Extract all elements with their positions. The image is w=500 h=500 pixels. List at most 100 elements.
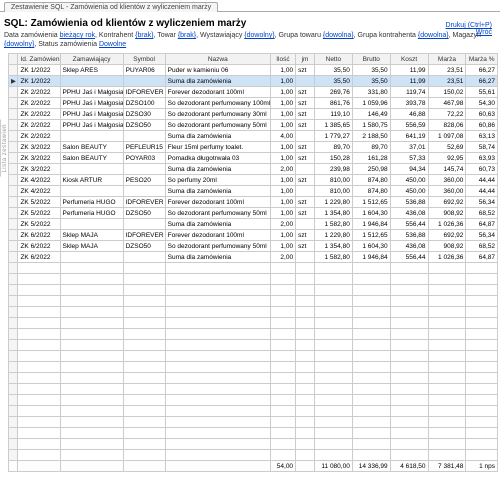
cell: PESO20 <box>123 175 165 186</box>
table-row[interactable]: ZK 2/2022Suma dla zamówienia4,001 779,27… <box>9 131 498 142</box>
cell: szt <box>296 65 315 76</box>
cell: 92,95 <box>428 153 466 164</box>
cell: 94,34 <box>390 164 428 175</box>
row-indicator <box>9 186 18 197</box>
cell: DZSO100 <box>123 98 165 109</box>
cell: 64,87 <box>466 252 498 263</box>
col-header[interactable]: Id. Zamówienia <box>18 54 60 65</box>
footer-cell: 7 381,48 <box>428 461 466 472</box>
tab-bar: Zestawienie SQL - Zamówienia od klientów… <box>0 0 500 12</box>
col-header[interactable]: Marża <box>428 54 466 65</box>
cell: 239,98 <box>314 164 352 175</box>
cell: 1,00 <box>270 175 295 186</box>
row-indicator <box>9 252 18 263</box>
cell: 23,51 <box>428 65 466 76</box>
cell: Sklep MAJA <box>60 230 123 241</box>
cell <box>123 186 165 197</box>
cell: 1 354,80 <box>314 241 352 252</box>
cell: szt <box>296 98 315 109</box>
cell: szt <box>296 109 315 120</box>
table-row[interactable]: ZK 2/2022PPHU Jaś i MałgosiaDZSO50So dez… <box>9 120 498 131</box>
table-row[interactable]: ZK 5/2022Suma dla zamówienia2,001 582,80… <box>9 219 498 230</box>
cell: 37,01 <box>390 142 428 153</box>
back-link[interactable]: Wróć <box>446 29 492 36</box>
table-row[interactable]: ZK 4/2022Suma dla zamówienia1,00810,0087… <box>9 186 498 197</box>
table-row[interactable]: ZK 2/2022PPHU Jaś i MałgosiaDZSO30So dez… <box>9 109 498 120</box>
cell: Pomadka długotrwała 03 <box>165 153 270 164</box>
cell: Salon BEAUTY <box>60 142 123 153</box>
col-header[interactable]: Marża % <box>466 54 498 65</box>
filter-bar[interactable]: Data zamówienia bieżący rok, Kontrahent … <box>0 31 500 53</box>
tab-active[interactable]: Zestawienie SQL - Zamówienia od klientów… <box>4 2 218 12</box>
cell: 2,00 <box>270 219 295 230</box>
col-header[interactable]: Netto <box>314 54 352 65</box>
table-row[interactable]: ZK 3/2022Salon BEAUTYPEFLEUR15Fleur 15ml… <box>9 142 498 153</box>
cell <box>60 76 123 87</box>
col-header[interactable]: Symbol <box>123 54 165 65</box>
row-indicator <box>9 175 18 186</box>
header-actions: Drukuj (Ctrl+P) Wróć <box>446 22 492 36</box>
cell: 1,00 <box>270 153 295 164</box>
table-row[interactable]: ZK 2/2022PPHU Jaś i MałgosiaDZSO100So de… <box>9 98 498 109</box>
cell: 692,92 <box>428 197 466 208</box>
cell: Suma dla zamówienia <box>165 219 270 230</box>
cell: 1,00 <box>270 76 295 87</box>
print-link[interactable]: Drukuj (Ctrl+P) <box>446 22 492 29</box>
cell: So dezodorant perfumowany 50ml <box>165 241 270 252</box>
cell: 1 604,30 <box>352 241 390 252</box>
table-row[interactable]: ZK 5/2022Perfumeria HUGODZSO50So dezodor… <box>9 208 498 219</box>
table-row[interactable]: ZK 4/2022Kiosk ARTURPESO20So perfumy 20m… <box>9 175 498 186</box>
table-row[interactable]: ZK 5/2022Perfumeria HUGOIDFOREVERForever… <box>9 197 498 208</box>
table-row[interactable]: ZK 2/2022PPHU Jaś i MałgosiaIDFOREVERFor… <box>9 87 498 98</box>
cell: ZK 3/2022 <box>18 153 60 164</box>
row-indicator <box>9 87 18 98</box>
cell: 150,02 <box>428 87 466 98</box>
table-row[interactable]: ZK 6/2022Suma dla zamówienia2,001 582,80… <box>9 252 498 263</box>
table-row[interactable]: ZK 6/2022Sklep MAJAIDFOREVERForever dezo… <box>9 230 498 241</box>
cell: 60,73 <box>466 164 498 175</box>
col-header[interactable]: Nazwa <box>165 54 270 65</box>
col-header[interactable]: Zamawiający <box>60 54 123 65</box>
empty-row <box>9 373 498 384</box>
data-grid[interactable]: Id. ZamówieniaZamawiającySymbolNazwaIloś… <box>8 53 498 472</box>
grid-body[interactable]: ZK 1/2022Sklep ARESPUYAR06Puder w kamien… <box>9 65 498 461</box>
row-indicator <box>9 109 18 120</box>
col-header[interactable] <box>9 54 18 65</box>
empty-row <box>9 307 498 318</box>
cell: Forever dezodorant 100ml <box>165 87 270 98</box>
table-row[interactable]: ZK 6/2022Sklep MAJADZSO50So dezodorant p… <box>9 241 498 252</box>
table-row[interactable]: ▶ZK 1/2022Suma dla zamówienia1,0035,5035… <box>9 76 498 87</box>
row-indicator <box>9 241 18 252</box>
cell: DZSO50 <box>123 208 165 219</box>
cell: 35,50 <box>352 65 390 76</box>
cell: szt <box>296 241 315 252</box>
col-header[interactable]: Brutto <box>352 54 390 65</box>
table-row[interactable]: ZK 1/2022Sklep ARESPUYAR06Puder w kamien… <box>9 65 498 76</box>
cell: Suma dla zamówienia <box>165 252 270 263</box>
cell: Suma dla zamówienia <box>165 164 270 175</box>
cell: 46,88 <box>390 109 428 120</box>
cell <box>296 219 315 230</box>
cell: 68,52 <box>466 241 498 252</box>
cell: ZK 6/2022 <box>18 252 60 263</box>
table-row[interactable]: ZK 3/2022Salon BEAUTYPOYAR03Pomadka dług… <box>9 153 498 164</box>
cell: Forever dezodorant 100ml <box>165 197 270 208</box>
cell: 360,00 <box>428 186 466 197</box>
col-header[interactable]: jm <box>296 54 315 65</box>
cell: ZK 2/2022 <box>18 131 60 142</box>
cell: Suma dla zamówienia <box>165 186 270 197</box>
cell: 161,28 <box>352 153 390 164</box>
cell: 1,00 <box>270 197 295 208</box>
sidebar-tab[interactable]: Lista zestawień <box>0 120 9 177</box>
grid-header[interactable]: Id. ZamówieniaZamawiającySymbolNazwaIloś… <box>9 54 498 65</box>
cell: 1,00 <box>270 208 295 219</box>
cell: 1 779,27 <box>314 131 352 142</box>
cell: Salon BEAUTY <box>60 153 123 164</box>
col-header[interactable]: Ilość <box>270 54 295 65</box>
col-header[interactable]: Koszt <box>390 54 428 65</box>
cell: ZK 2/2022 <box>18 87 60 98</box>
cell: 828,06 <box>428 120 466 131</box>
table-row[interactable]: ZK 3/2022Suma dla zamówienia2,00239,9825… <box>9 164 498 175</box>
cell: 23,51 <box>428 76 466 87</box>
cell: 1 229,80 <box>314 230 352 241</box>
